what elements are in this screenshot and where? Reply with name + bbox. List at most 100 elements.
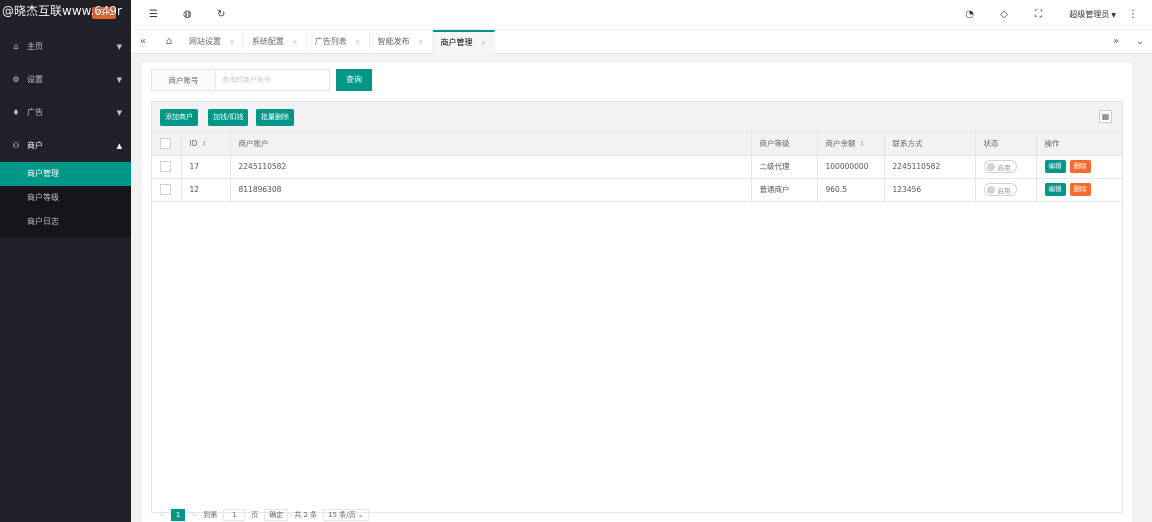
page-unit-label: 页: [251, 511, 259, 519]
goto-label: 到第: [203, 511, 218, 519]
row-checkbox[interactable]: [160, 184, 171, 195]
delete-button[interactable]: 删除: [1069, 160, 1091, 173]
search-label: 商户账号: [151, 69, 216, 91]
sidebar-subitem-merchant-management[interactable]: 商户管理: [0, 162, 131, 186]
sidebar-item-settings[interactable]: ⚙ 设置 ▼: [0, 63, 131, 96]
sidebar-item-label: 广告: [27, 108, 43, 117]
data-table: ID ⇕ 商户账户 商户等级 商户余额 ⇕ 联系方式 状态 操作 17 224511…: [152, 132, 1122, 202]
search-form: 商户账号 查询: [151, 69, 372, 91]
column-header-label: 商户余额: [825, 138, 856, 148]
tab-site-settings[interactable]: 网站设置 ×: [181, 30, 244, 54]
page-size-select[interactable]: 15 条/页 ⌄: [323, 509, 369, 521]
page-size-value: 15 条/页: [328, 511, 356, 519]
column-header-account: 商户账户: [230, 132, 752, 156]
cell-actions: 编辑 删除: [1036, 155, 1122, 179]
add-merchant-button[interactable]: 添加商户: [160, 109, 198, 126]
home-tab-icon[interactable]: ⌂: [157, 30, 181, 54]
pagination: < 1 > 到第 1 页 确定 共 2 条 15 条/页 ⌄: [151, 508, 1123, 522]
cell-status: 启用: [975, 155, 1037, 179]
close-icon[interactable]: ×: [229, 38, 235, 46]
toggle-label: 启用: [997, 186, 1011, 195]
tab-system-config[interactable]: 系统配置 ×: [244, 30, 307, 54]
confirm-page-button[interactable]: 确定: [264, 509, 289, 521]
column-header-balance[interactable]: 商户余额 ⇕: [817, 132, 885, 156]
refresh-icon[interactable]: ↻: [217, 9, 225, 20]
sidebar-subitem-merchant-levels[interactable]: 商户等级: [0, 186, 131, 210]
search-button[interactable]: 查询: [336, 69, 372, 91]
sort-icon[interactable]: ⇕: [860, 140, 866, 148]
tab-scroll-right-icon[interactable]: »: [1104, 30, 1128, 54]
adjust-balance-button[interactable]: 加钱/扣钱: [208, 109, 249, 126]
sidebar-subitem-merchant-logs[interactable]: 商户日志: [0, 210, 131, 234]
current-page[interactable]: 1: [170, 509, 186, 521]
user-name: 超级管理员: [1069, 10, 1110, 19]
cell-balance: 100000000: [817, 155, 885, 179]
chevron-down-icon: ▼: [116, 108, 122, 117]
edit-button[interactable]: 编辑: [1044, 160, 1066, 173]
globe-icon[interactable]: ◍: [183, 9, 192, 20]
table-toolbar: 添加商户 加钱/扣钱 批量删除 ▦: [152, 102, 1122, 132]
tab-label: 商户管理: [440, 38, 473, 47]
column-header-contact: 联系方式: [884, 132, 976, 156]
tab-smart-publish[interactable]: 智能发布 ×: [370, 30, 433, 54]
sidebar-item-label: 商户: [27, 141, 43, 150]
user-icon: ⚇: [12, 141, 20, 150]
sidebar: V1.0 ⌂ 主页 ▼ ⚙ 设置 ▼ ♦ 广告 ▼ ⚇ 商户 ▲ 商户管理 商户…: [0, 0, 131, 522]
select-all-checkbox[interactable]: [160, 137, 171, 149]
cell-account: 811896308: [230, 178, 752, 202]
close-icon[interactable]: ×: [481, 39, 487, 47]
column-header-level: 商户等级: [751, 132, 818, 156]
watermark: @晓杰互联www.649r: [2, 4, 122, 18]
tab-dropdown-icon[interactable]: ⌄: [1128, 30, 1152, 54]
status-toggle[interactable]: 启用: [983, 183, 1017, 196]
row-select-cell: [152, 178, 182, 202]
toggle-knob: [986, 185, 995, 194]
batch-delete-button[interactable]: 批量删除: [256, 109, 294, 126]
tab-scroll-left-icon[interactable]: «: [131, 30, 155, 54]
sidebar-item-ads[interactable]: ♦ 广告 ▼: [0, 96, 131, 129]
diamond-icon: ♦: [12, 108, 20, 117]
tab-bar: « ⌂ 网站设置 × 系统配置 × 广告列表 × 智能发布 × 商户管理 × » ⌄: [131, 30, 1152, 54]
tab-merchant-management[interactable]: 商户管理 ×: [432, 30, 496, 54]
close-icon[interactable]: ×: [292, 38, 298, 46]
user-menu[interactable]: 超级管理员 ▼: [1069, 9, 1116, 20]
theme-icon[interactable]: ◔: [965, 9, 974, 20]
status-toggle[interactable]: 启用: [983, 160, 1017, 173]
select-all-cell: [152, 132, 182, 156]
columns-icon[interactable]: ▦: [1099, 110, 1112, 123]
content-card: 商户账号 查询 添加商户 加钱/扣钱 批量删除 ▦ ID ⇕ 商户账户 商户等级 …: [142, 63, 1132, 522]
cell-balance: 960.5: [817, 178, 885, 202]
more-icon[interactable]: ⋮: [1128, 9, 1138, 20]
sidebar-item-label: 设置: [27, 75, 43, 84]
fullscreen-icon[interactable]: ⛶: [1035, 9, 1042, 20]
sort-icon[interactable]: ⇕: [202, 140, 208, 148]
tab-label: 网站设置: [189, 37, 221, 46]
sidebar-item-home[interactable]: ⌂ 主页 ▼: [0, 30, 131, 63]
caret-down-icon: ▼: [1111, 12, 1116, 19]
delete-button[interactable]: 删除: [1069, 183, 1091, 196]
cell-contact: 2245110582: [884, 155, 976, 179]
chevron-down-icon: ▼: [116, 42, 122, 51]
toggle-knob: [986, 162, 995, 171]
close-icon[interactable]: ×: [355, 38, 361, 46]
next-page-icon[interactable]: >: [191, 511, 197, 519]
sidebar-item-merchants[interactable]: ⚇ 商户 ▲: [0, 129, 131, 162]
prev-page-icon[interactable]: <: [159, 511, 165, 519]
cell-id: 12: [181, 178, 231, 202]
cell-contact: 123456: [884, 178, 976, 202]
edit-button[interactable]: 编辑: [1044, 183, 1066, 196]
tab-ad-list[interactable]: 广告列表 ×: [307, 30, 370, 54]
top-header: ☰ ◍ ↻ ◔ ◇ ⛶ 超级管理员 ▼ ⋮: [131, 0, 1152, 30]
cell-level: 普通商户: [751, 178, 818, 202]
page-number-input[interactable]: 1: [223, 509, 246, 521]
cell-id: 17: [181, 155, 231, 179]
cell-account: 2245110582: [230, 155, 752, 179]
row-checkbox[interactable]: [160, 161, 171, 172]
merchant-table: 添加商户 加钱/扣钱 批量删除 ▦ ID ⇕ 商户账户 商户等级 商户余额 ⇕ 联系…: [151, 101, 1123, 513]
close-icon[interactable]: ×: [418, 38, 424, 46]
menu-toggle-icon[interactable]: ☰: [149, 9, 158, 20]
search-input[interactable]: [216, 69, 330, 91]
row-select-cell: [152, 155, 182, 179]
column-header-id[interactable]: ID ⇕: [181, 132, 231, 156]
tag-icon[interactable]: ◇: [1000, 9, 1008, 20]
